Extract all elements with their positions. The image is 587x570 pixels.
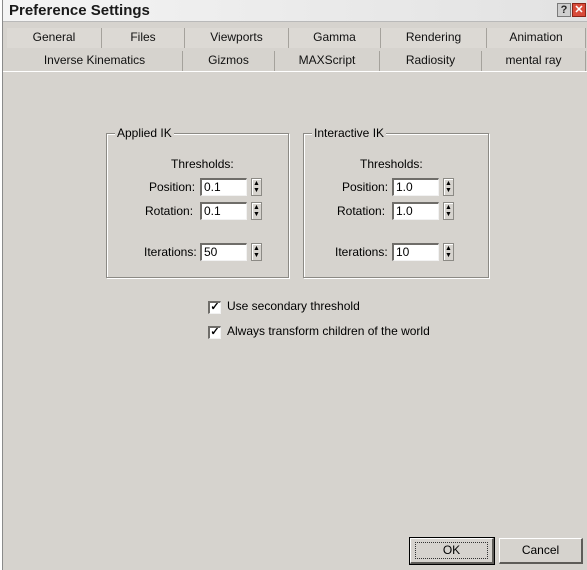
cancel-button[interactable]: Cancel <box>499 538 583 564</box>
ok-label: OK <box>442 543 461 557</box>
tab-files[interactable]: Files <box>102 28 185 48</box>
interactive-position-label: Position: <box>342 180 389 194</box>
interactive-rotation-label: Rotation: <box>337 204 386 218</box>
transform-children-label[interactable]: Always transform children of the world <box>227 324 430 338</box>
tab-row-top: General Files Viewports Gamma Rendering … <box>3 28 587 48</box>
window-title: Preference Settings <box>9 2 150 19</box>
applied-position-spinner[interactable]: ▲ ▼ <box>251 178 262 196</box>
interactive-ik-group: Interactive IK Thresholds: Position: 1.0… <box>303 126 489 278</box>
interactive-position-spinner[interactable]: ▲ ▼ <box>443 178 454 196</box>
tab-viewports[interactable]: Viewports <box>185 28 289 48</box>
interactive-iterations-label: Iterations: <box>335 245 388 259</box>
applied-rotation-input[interactable]: 0.1 <box>200 202 247 220</box>
use-secondary-threshold-checkbox[interactable]: ✓ <box>208 301 221 314</box>
tab-mental-ray[interactable]: mental ray <box>482 51 586 71</box>
applied-iterations-input[interactable]: 50 <box>200 243 247 261</box>
applied-ik-group: Applied IK Thresholds: Position: 0.1 ▲ ▼ … <box>106 126 289 278</box>
applied-rotation-label: Rotation: <box>145 204 194 218</box>
applied-ik-title: Applied IK <box>115 126 174 140</box>
tab-radiosity[interactable]: Radiosity <box>380 51 482 71</box>
interactive-thresholds-label: Thresholds: <box>360 157 423 171</box>
tab-gamma[interactable]: Gamma <box>289 28 381 48</box>
interactive-rotation-spinner[interactable]: ▲ ▼ <box>443 202 454 220</box>
cancel-label: Cancel <box>521 543 560 557</box>
interactive-iterations-input[interactable]: 10 <box>392 243 439 261</box>
applied-position-label: Position: <box>149 180 196 194</box>
help-button[interactable]: ? <box>557 3 571 17</box>
tab-animation[interactable]: Animation <box>487 28 586 48</box>
transform-children-checkbox[interactable]: ✓ <box>208 326 221 339</box>
tab-rendering[interactable]: Rendering <box>381 28 487 48</box>
tab-gizmos[interactable]: Gizmos <box>183 51 275 71</box>
title-bar[interactable]: Preference Settings ? ✕ <box>3 0 587 22</box>
interactive-position-input[interactable]: 1.0 <box>392 178 439 196</box>
applied-thresholds-label: Thresholds: <box>171 157 234 171</box>
applied-rotation-spinner[interactable]: ▲ ▼ <box>251 202 262 220</box>
interactive-ik-title: Interactive IK <box>312 126 387 140</box>
applied-iterations-spinner[interactable]: ▲ ▼ <box>251 243 262 261</box>
preference-settings-dialog: Preference Settings ? ✕ General Files Vi… <box>2 0 587 570</box>
tab-inverse-kinematics[interactable]: Inverse Kinematics <box>7 51 183 71</box>
use-secondary-threshold-label[interactable]: Use secondary threshold <box>227 299 360 313</box>
applied-position-input[interactable]: 0.1 <box>200 178 247 196</box>
interactive-rotation-input[interactable]: 1.0 <box>392 202 439 220</box>
interactive-iterations-spinner[interactable]: ▲ ▼ <box>443 243 454 261</box>
applied-iterations-label: Iterations: <box>144 245 197 259</box>
ok-button[interactable]: OK <box>409 537 495 565</box>
tab-general[interactable]: General <box>7 28 102 48</box>
tab-maxscript[interactable]: MAXScript <box>275 51 380 71</box>
close-button[interactable]: ✕ <box>572 3 586 17</box>
tab-row-bottom: Inverse Kinematics Gizmos MAXScript Radi… <box>3 51 587 72</box>
